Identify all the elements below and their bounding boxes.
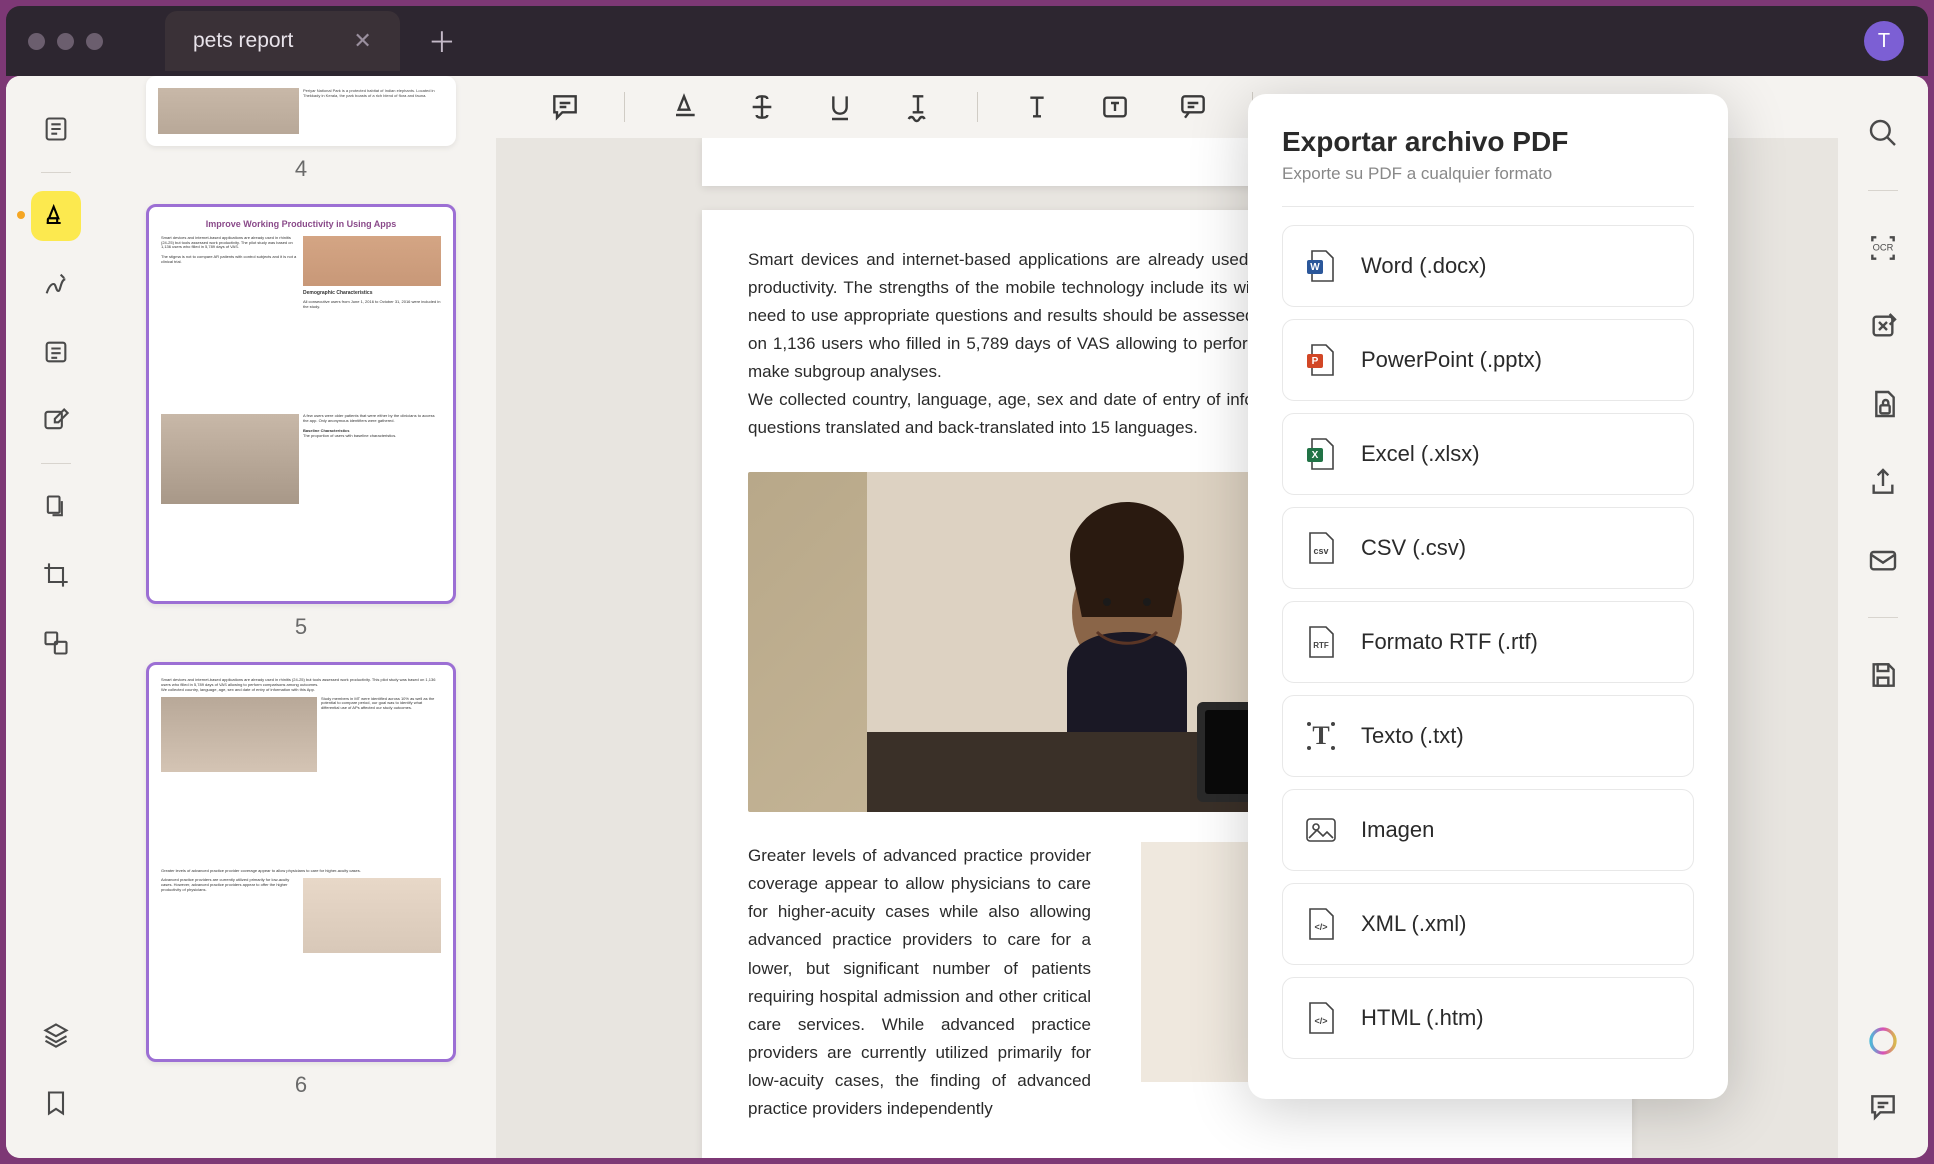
search-button[interactable]	[1862, 112, 1904, 154]
separator	[1282, 206, 1694, 207]
export-option-html[interactable]: </> HTML (.htm)	[1282, 977, 1694, 1059]
page-number: 4	[146, 146, 456, 200]
separator	[41, 463, 71, 464]
powerpoint-file-icon: P	[1303, 342, 1339, 378]
active-dot-icon	[17, 211, 25, 219]
text-file-icon: T	[1303, 718, 1339, 754]
export-label: Texto (.txt)	[1361, 723, 1464, 749]
email-button[interactable]	[1862, 539, 1904, 581]
svg-text:W: W	[1310, 262, 1320, 273]
protect-button[interactable]	[1862, 383, 1904, 425]
csv-file-icon: csv	[1303, 530, 1339, 566]
tab-title: pets report	[193, 29, 293, 53]
image-file-icon	[1303, 812, 1339, 848]
svg-text:T: T	[1312, 721, 1329, 750]
export-label: Formato RTF (.rtf)	[1361, 629, 1538, 655]
export-option-xml[interactable]: </> XML (.xml)	[1282, 883, 1694, 965]
form-tool-button[interactable]	[31, 327, 81, 377]
export-option-word[interactable]: W Word (.docx)	[1282, 225, 1694, 307]
export-label: XML (.xml)	[1361, 911, 1467, 937]
thumbnail-page-4[interactable]: Periyar National Park is a protected hab…	[146, 76, 456, 200]
page-number: 6	[146, 1062, 456, 1116]
close-window-button[interactable]	[28, 33, 45, 50]
svg-text:X: X	[1312, 450, 1319, 461]
edit-text-tool-button[interactable]	[31, 395, 81, 445]
svg-text:RTF: RTF	[1313, 641, 1329, 650]
export-option-text[interactable]: T Texto (.txt)	[1282, 695, 1694, 777]
right-sidebar-rail: OCR	[1838, 76, 1928, 1158]
svg-text:</>: </>	[1314, 922, 1327, 932]
export-label: Word (.docx)	[1361, 253, 1487, 279]
titlebar: pets report ✕ ＋ T	[6, 6, 1928, 76]
svg-text:</>: </>	[1314, 1016, 1327, 1026]
left-sidebar-rail	[6, 76, 106, 1158]
new-tab-button[interactable]: ＋	[428, 21, 456, 61]
annotate-tool-button[interactable]	[31, 104, 81, 154]
separator	[1868, 190, 1898, 191]
ocr-button[interactable]: OCR	[1862, 227, 1904, 269]
layers-button[interactable]	[31, 1010, 81, 1060]
underline-button[interactable]	[821, 88, 859, 126]
thumbnail-panel[interactable]: Periyar National Park is a protected hab…	[106, 76, 496, 1158]
export-panel: Exportar archivo PDF Exporte su PDF a cu…	[1248, 94, 1728, 1099]
export-label: HTML (.htm)	[1361, 1005, 1484, 1031]
squiggly-underline-button[interactable]	[899, 88, 937, 126]
help-button[interactable]	[1862, 1020, 1904, 1062]
export-option-excel[interactable]: X Excel (.xlsx)	[1282, 413, 1694, 495]
compare-tool-button[interactable]	[31, 618, 81, 668]
xml-file-icon: </>	[1303, 906, 1339, 942]
window-controls	[6, 33, 125, 50]
thumbnail-page-6[interactable]: Smart devices and internet-based applica…	[146, 662, 456, 1116]
svg-text:OCR: OCR	[1873, 243, 1894, 253]
separator	[1868, 617, 1898, 618]
text-tool-button[interactable]	[1018, 88, 1056, 126]
export-label: Imagen	[1361, 817, 1434, 843]
highlight-color-button[interactable]	[665, 88, 703, 126]
export-option-csv[interactable]: csv CSV (.csv)	[1282, 507, 1694, 589]
maximize-window-button[interactable]	[86, 33, 103, 50]
bookmark-button[interactable]	[31, 1078, 81, 1128]
sign-tool-button[interactable]	[31, 259, 81, 309]
page-number: 5	[146, 604, 456, 658]
app-body: Periyar National Park is a protected hab…	[6, 76, 1928, 1158]
comments-panel-button[interactable]	[1862, 1086, 1904, 1128]
callout-tool-button[interactable]	[1174, 88, 1212, 126]
export-title: Exportar archivo PDF	[1282, 126, 1694, 158]
rtf-file-icon: RTF	[1303, 624, 1339, 660]
separator	[41, 172, 71, 173]
textbox-tool-button[interactable]	[1096, 88, 1134, 126]
svg-text:csv: csv	[1313, 546, 1328, 556]
svg-text:P: P	[1312, 356, 1319, 367]
save-button[interactable]	[1862, 654, 1904, 696]
strikethrough-button[interactable]	[743, 88, 781, 126]
word-file-icon: W	[1303, 248, 1339, 284]
crop-tool-button[interactable]	[31, 550, 81, 600]
thumbnail-page-5[interactable]: Improve Working Productivity in Using Ap…	[146, 204, 456, 658]
html-file-icon: </>	[1303, 1000, 1339, 1036]
export-option-rtf[interactable]: RTF Formato RTF (.rtf)	[1282, 601, 1694, 683]
convert-button[interactable]	[1862, 305, 1904, 347]
export-option-powerpoint[interactable]: P PowerPoint (.pptx)	[1282, 319, 1694, 401]
export-label: CSV (.csv)	[1361, 535, 1466, 561]
export-label: PowerPoint (.pptx)	[1361, 347, 1542, 373]
document-tab[interactable]: pets report ✕	[165, 11, 400, 71]
highlighter-tool-button[interactable]	[31, 191, 81, 241]
paragraph: Greater levels of advanced practice prov…	[748, 842, 1091, 1122]
close-tab-icon[interactable]: ✕	[353, 28, 371, 54]
separator	[977, 92, 978, 122]
export-option-image[interactable]: Imagen	[1282, 789, 1694, 871]
excel-file-icon: X	[1303, 436, 1339, 472]
main-content: Smart devices and internet-based applica…	[496, 76, 1838, 1158]
share-button[interactable]	[1862, 461, 1904, 503]
minimize-window-button[interactable]	[57, 33, 74, 50]
user-avatar[interactable]: T	[1864, 21, 1904, 61]
export-subtitle: Exporte su PDF a cualquier formato	[1282, 164, 1694, 184]
comment-tool-button[interactable]	[546, 88, 584, 126]
separator	[624, 92, 625, 122]
export-label: Excel (.xlsx)	[1361, 441, 1480, 467]
page-organize-button[interactable]	[31, 482, 81, 532]
